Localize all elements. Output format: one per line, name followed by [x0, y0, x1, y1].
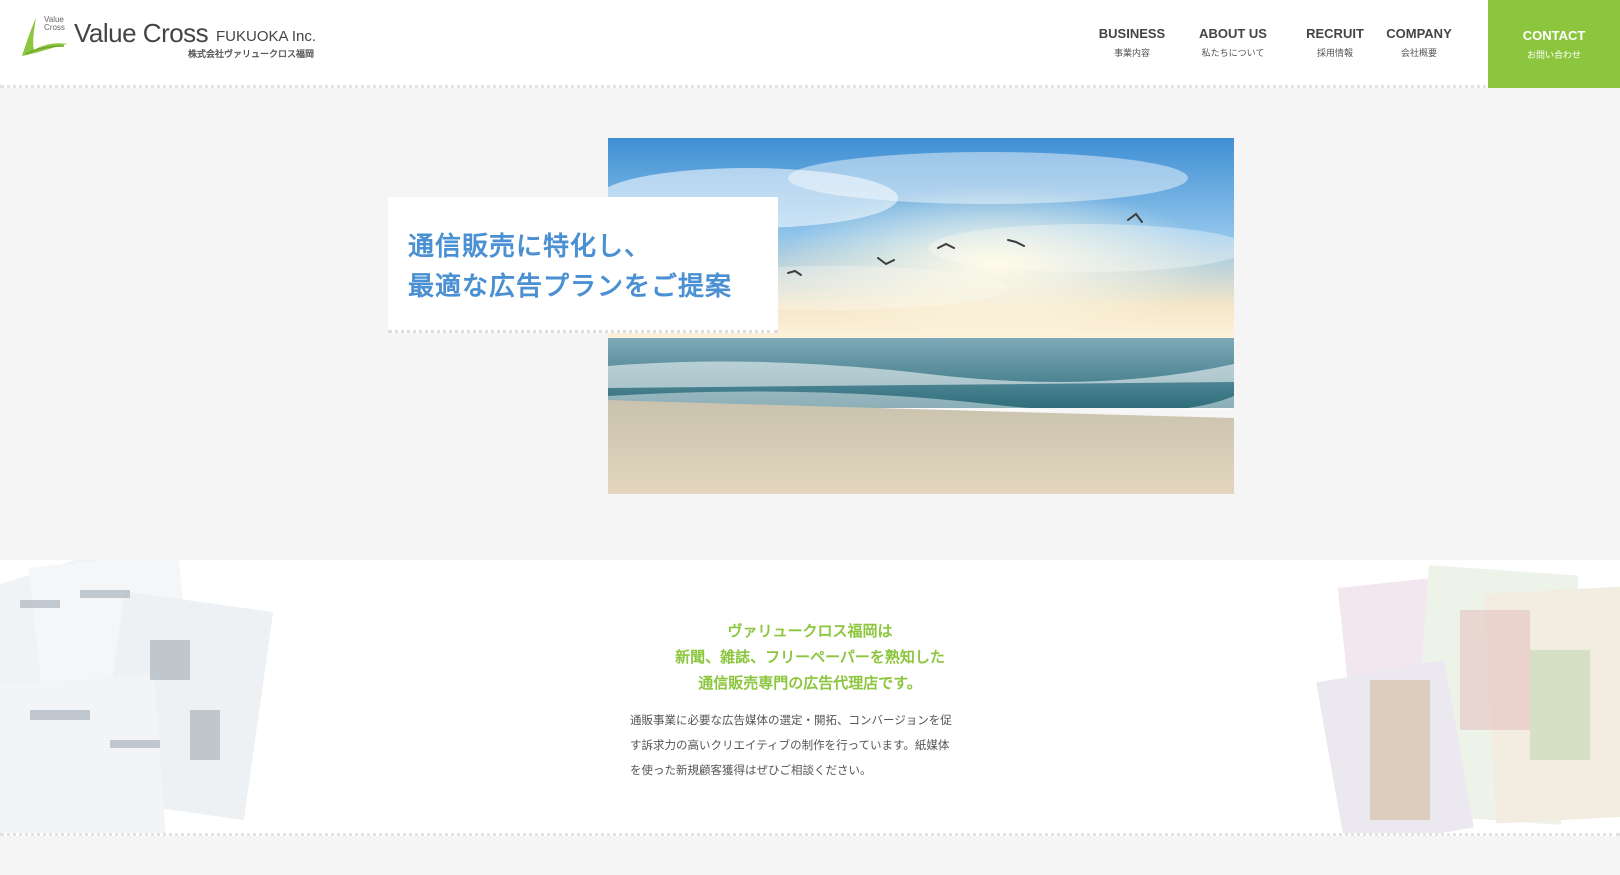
intro-heading-line-2: 新聞、雑誌、フリーペーパーを熟知した [675, 648, 945, 666]
nav-recruit-label: RECRUIT [1306, 26, 1364, 41]
newspapers-image [0, 560, 274, 833]
logo-company-name-jp: 株式会社ヴァリュークロス福岡 [188, 50, 315, 60]
nav-recruit[interactable]: RECRUIT 採用情報 [1306, 26, 1364, 59]
nav-business-sublabel: 事業内容 [1113, 49, 1150, 59]
intro-body-line-1: 通販事業に必要な広告媒体の選定・開拓、コンバージョンを促 [630, 713, 952, 727]
site-header: Value Cross Value Cross FUKUOKA Inc. 株式会… [0, 0, 1620, 88]
nav-company-label: COMPANY [1386, 26, 1452, 41]
intro-section: ヴァリュークロス福岡は 新聞、雑誌、フリーペーパーを熟知した 通信販売専門の広告… [0, 560, 1620, 836]
nav-about-us[interactable]: ABOUT US 私たちについて [1199, 26, 1267, 59]
logo-suffix: FUKUOKA Inc. [216, 28, 317, 45]
magazines-image [1316, 565, 1620, 833]
nav-company[interactable]: COMPANY 会社概要 [1386, 26, 1451, 59]
intro-body-text: 通販事業に必要な広告媒体の選定・開拓、コンバージョンを促 す訴求力の高いクリエイ… [630, 708, 990, 783]
nav-about-us-sublabel: 私たちについて [1201, 49, 1265, 59]
contact-sublabel: お問い合わせ [1526, 51, 1581, 61]
intro-heading: ヴァリュークロス福岡は 新聞、雑誌、フリーペーパーを熟知した 通信販売専門の広告… [500, 618, 1120, 696]
nav-about-us-label: ABOUT US [1199, 26, 1267, 41]
contact-button[interactable]: CONTACT お問い合わせ [1488, 0, 1620, 88]
intro-heading-line-1: ヴァリュークロス福岡は [727, 622, 893, 640]
intro-heading-line-3: 通信販売専門の広告代理店です。 [698, 674, 922, 692]
nav-business[interactable]: BUSINESS 事業内容 [1099, 26, 1165, 59]
logo-name: Value Cross [74, 18, 209, 48]
intro-body-line-2: す訴求力の高いクリエイティブの制作を行っています。紙媒体 [630, 738, 950, 752]
hero-headline-line-2: 最適な広告プランをご提案 [408, 272, 733, 302]
site-logo[interactable]: Value Cross Value Cross FUKUOKA Inc. 株式会… [16, 14, 316, 64]
hero-headline-card: 通信販売に特化し、 最適な広告プランをご提案 [388, 197, 778, 333]
contact-label: CONTACT [1522, 28, 1586, 43]
intro-body-line-3: を使った新規顧客獲得はぜひご相談ください。 [630, 763, 872, 777]
nav-business-label: BUSINESS [1098, 26, 1166, 41]
nav-company-sublabel: 会社概要 [1400, 49, 1438, 59]
hero-headline-line-1: 通信販売に特化し、 [408, 232, 652, 262]
nav-recruit-sublabel: 採用情報 [1316, 49, 1353, 59]
